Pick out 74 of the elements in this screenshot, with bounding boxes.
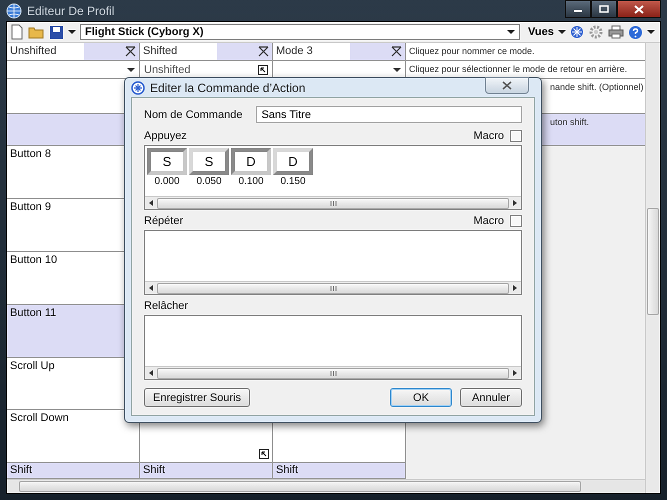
grip-icon <box>330 370 336 376</box>
grip-icon <box>330 200 336 206</box>
clear-icon[interactable] <box>125 46 136 57</box>
scroll-left-icon[interactable] <box>149 285 153 291</box>
macro-label: Macro <box>473 130 504 142</box>
description-text: Cliquez pour sélectionner le mode de retour en arrière. <box>406 61 645 79</box>
key-block[interactable]: D <box>231 148 271 175</box>
minimize-button[interactable] <box>565 0 591 18</box>
link-icon[interactable] <box>258 64 268 74</box>
key-block[interactable]: S <box>147 148 187 175</box>
key-time: 0.100 <box>238 176 264 187</box>
window-title: Editeur De Profil <box>27 4 114 18</box>
key-block[interactable]: D <box>273 148 313 175</box>
caret-icon[interactable] <box>127 66 135 72</box>
shift-cell[interactable]: Shift <box>7 463 140 479</box>
maximize-icon <box>599 5 609 13</box>
column-header[interactable]: Shifted <box>140 43 273 61</box>
caret-icon[interactable] <box>393 66 401 72</box>
printer-icon[interactable] <box>608 25 624 39</box>
horizontal-scrollbar[interactable] <box>7 479 645 493</box>
grip-icon <box>330 286 336 290</box>
record-mouse-button[interactable]: Enregistrer Souris <box>144 388 250 407</box>
horizontal-scrollbar[interactable] <box>145 366 521 379</box>
macro-checkbox[interactable] <box>510 130 522 142</box>
dialog-button[interactable]: OK <box>390 388 452 407</box>
close-icon <box>502 81 512 90</box>
profile-dropdown[interactable]: Flight Stick (Cyborg X) <box>80 24 520 40</box>
section-label: Relâcher <box>144 300 188 312</box>
caret-icon[interactable] <box>68 29 76 35</box>
views-menu[interactable]: Vues <box>524 26 554 38</box>
column-header[interactable]: Mode 3 <box>273 43 406 61</box>
key-block[interactable]: S <box>189 148 229 175</box>
globe-icon <box>6 2 22 18</box>
clear-icon[interactable] <box>258 46 269 57</box>
button-cell[interactable]: Scroll Down <box>7 410 140 463</box>
close-button[interactable] <box>617 0 661 18</box>
caret-icon <box>507 29 515 35</box>
caret-icon[interactable] <box>646 29 655 35</box>
snowflake-icon[interactable] <box>570 25 584 39</box>
macro-checkbox[interactable] <box>510 215 522 227</box>
new-file-icon[interactable] <box>10 24 24 40</box>
scroll-right-icon[interactable] <box>513 370 517 376</box>
section-label: Répéter <box>144 215 184 227</box>
scroll-right-icon[interactable] <box>513 285 517 291</box>
macro-label: Macro <box>473 215 504 227</box>
shift-cell[interactable]: Shift <box>140 463 273 479</box>
maximize-button[interactable] <box>591 0 617 18</box>
help-icon[interactable] <box>628 24 643 40</box>
clear-icon[interactable] <box>391 46 402 57</box>
shift-cell[interactable]: Shift <box>273 463 406 479</box>
description-text: nande shift. (Optionnel) <box>550 82 644 92</box>
snowflake-icon <box>131 80 145 94</box>
horizontal-scrollbar[interactable] <box>145 196 521 209</box>
name-input[interactable]: Sans Titre <box>256 106 522 123</box>
scroll-left-icon[interactable] <box>149 370 153 376</box>
section-label: Appuyez <box>144 130 187 142</box>
caret-icon[interactable] <box>558 29 566 35</box>
field-label: Nom de Commande <box>144 108 242 120</box>
key-time: 0.050 <box>196 176 222 187</box>
description-text: uton shift. <box>550 117 590 127</box>
vertical-scrollbar[interactable] <box>645 43 660 493</box>
key-time: 0.000 <box>154 176 180 187</box>
save-icon[interactable] <box>49 24 64 40</box>
close-button[interactable] <box>485 77 529 94</box>
column-header[interactable]: Unshifted <box>7 43 140 61</box>
close-icon <box>634 4 644 14</box>
key-time: 0.150 <box>280 176 306 187</box>
dialog-title: Editer la Commande d’Action <box>150 80 306 94</box>
link-icon[interactable] <box>259 449 269 459</box>
dialog-button[interactable]: Annuler <box>460 388 522 407</box>
description-text: Cliquez pour nommer ce mode. <box>406 43 645 61</box>
horizontal-scrollbar[interactable] <box>145 281 521 294</box>
scroll-left-icon[interactable] <box>149 200 153 206</box>
scroll-right-icon[interactable] <box>513 200 517 206</box>
